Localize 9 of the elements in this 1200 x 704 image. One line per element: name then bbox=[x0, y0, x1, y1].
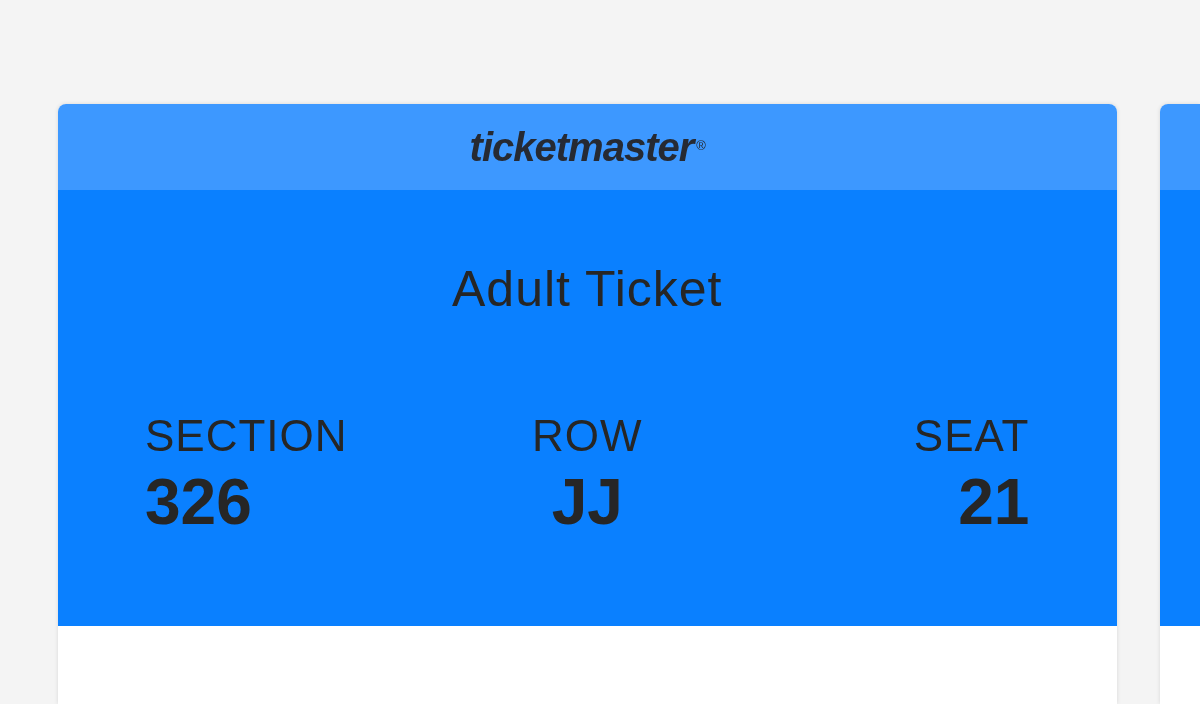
field-value: JJ bbox=[551, 470, 623, 534]
field-value: 21 bbox=[958, 470, 1030, 534]
field-label: ROW bbox=[531, 414, 643, 458]
field-value: 326 bbox=[145, 470, 252, 534]
field-label: SECTION bbox=[145, 414, 348, 458]
field-label: SEAT bbox=[913, 414, 1030, 458]
ticket-title: Adult Ticket bbox=[452, 260, 723, 318]
registered-mark: ® bbox=[696, 138, 706, 153]
brand-logo: ticketmaster bbox=[469, 124, 694, 170]
